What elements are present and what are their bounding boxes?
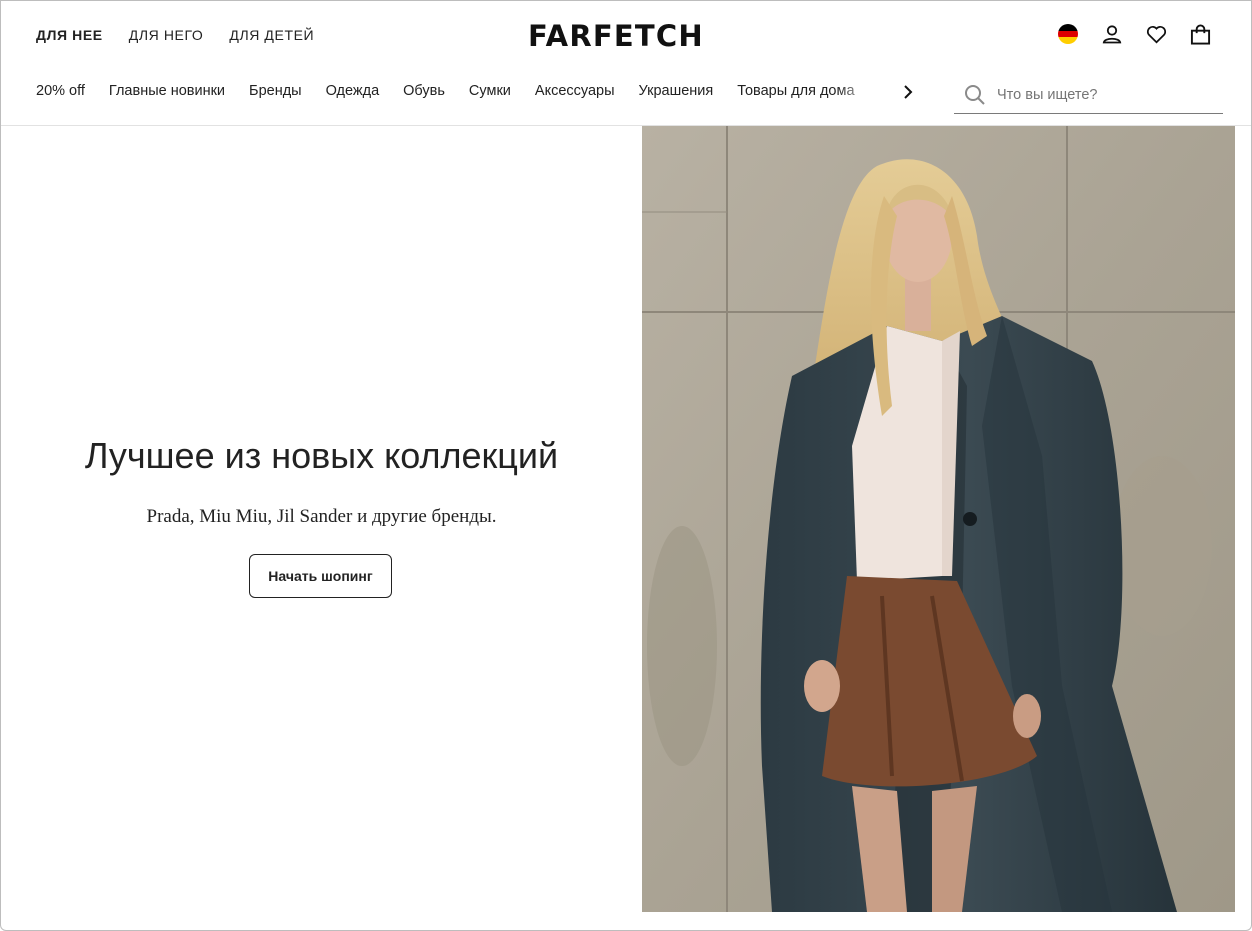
category-shoes[interactable]: Обувь bbox=[403, 80, 445, 104]
category-sale[interactable]: 20% off bbox=[36, 80, 85, 104]
category-accessories[interactable]: Аксессуары bbox=[535, 80, 615, 104]
category-fade bbox=[837, 77, 885, 107]
category-brands[interactable]: Бренды bbox=[249, 80, 302, 104]
category-new-in[interactable]: Главные новинки bbox=[109, 80, 225, 104]
category-clothing[interactable]: Одежда bbox=[326, 80, 380, 104]
search-bar bbox=[954, 77, 1223, 114]
search-icon[interactable] bbox=[964, 84, 986, 106]
shopping-bag-icon[interactable] bbox=[1189, 23, 1211, 45]
category-bags[interactable]: Сумки bbox=[469, 80, 511, 104]
hero-image[interactable] bbox=[642, 126, 1235, 912]
browser-page: ДЛЯ НЕЕ ДЛЯ НЕГО ДЛЯ ДЕТЕЙ FARFETCH 20% … bbox=[0, 0, 1252, 931]
search-input[interactable] bbox=[997, 87, 1207, 103]
hero-title: Лучшее из новых коллекций bbox=[84, 435, 559, 476]
wishlist-heart-icon[interactable] bbox=[1145, 23, 1167, 45]
germany-flag-icon[interactable] bbox=[1057, 23, 1079, 45]
site-logo[interactable]: FARFETCH bbox=[528, 19, 732, 53]
tab-women[interactable]: ДЛЯ НЕЕ bbox=[36, 25, 103, 45]
category-nav: 20% off Главные новинки Бренды Одежда Об… bbox=[36, 80, 882, 104]
category-jewelry[interactable]: Украшения bbox=[639, 80, 714, 104]
chevron-right-icon[interactable] bbox=[900, 83, 916, 101]
hero-subtitle: Prada, Miu Miu, Jil Sander и другие брен… bbox=[146, 506, 497, 527]
tab-men[interactable]: ДЛЯ НЕГО bbox=[129, 25, 204, 45]
start-shopping-button[interactable]: Начать шопинг bbox=[249, 554, 392, 598]
gender-nav: ДЛЯ НЕЕ ДЛЯ НЕГО ДЛЯ ДЕТЕЙ bbox=[36, 25, 314, 45]
tab-kids[interactable]: ДЛЯ ДЕТЕЙ bbox=[229, 25, 314, 45]
account-icon[interactable] bbox=[1101, 23, 1123, 45]
header-icons bbox=[1057, 23, 1211, 45]
